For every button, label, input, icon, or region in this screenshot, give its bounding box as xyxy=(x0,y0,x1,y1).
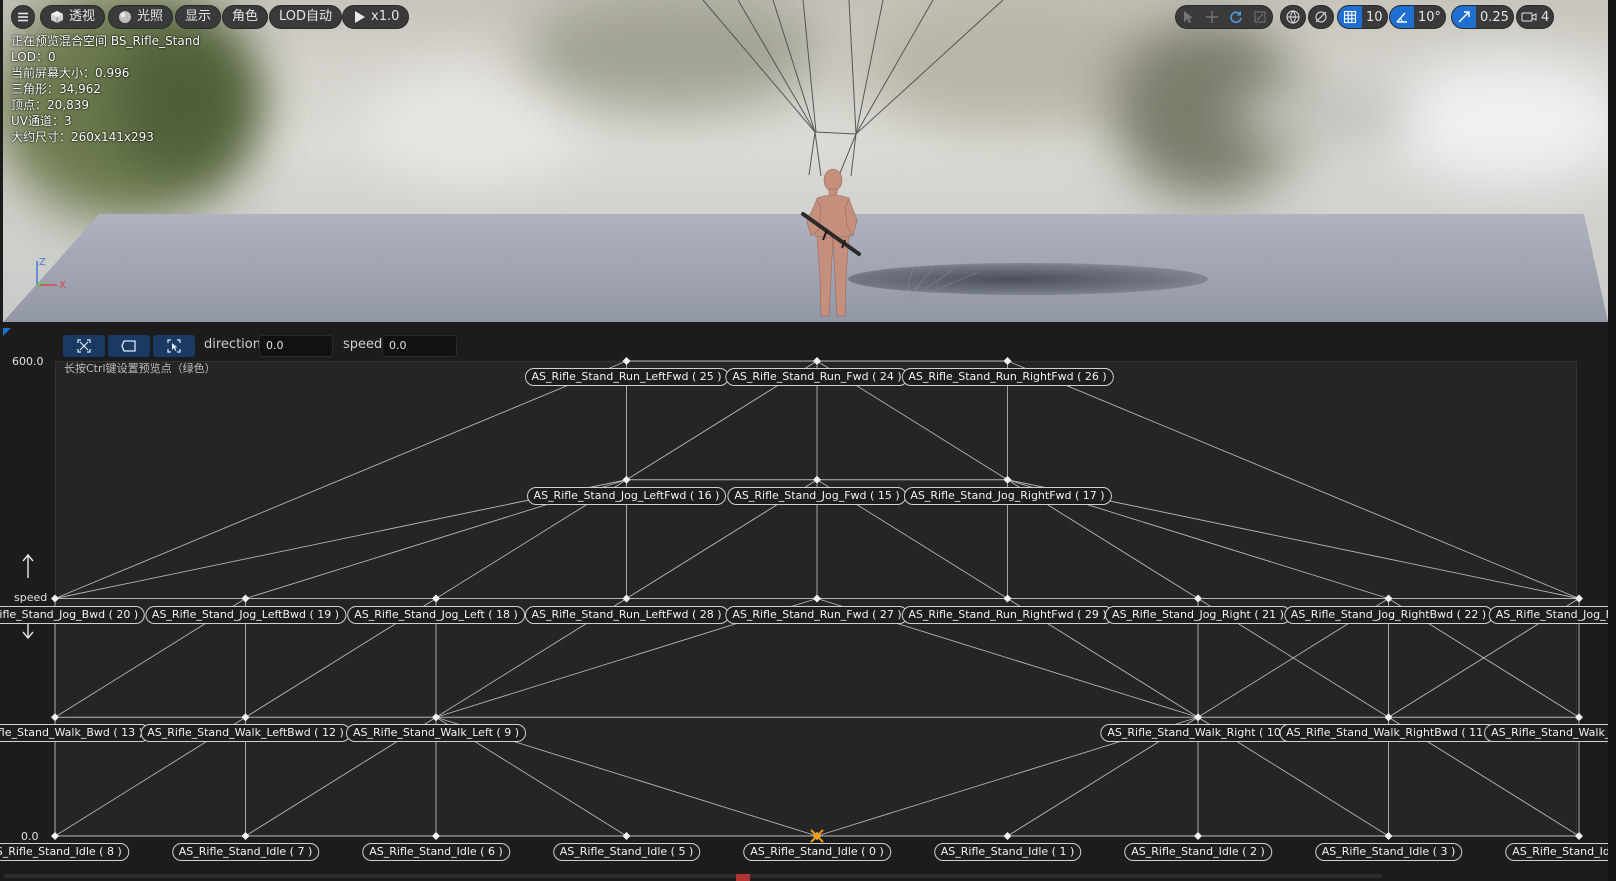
sample-label[interactable]: AS_Rifle_Stand_Run_Fwd ( 27 ) xyxy=(725,605,909,624)
sample-label[interactable]: AS_Rifle_Stand_Jog_Bwd ( 20 ) xyxy=(0,605,146,624)
sample-point[interactable] xyxy=(51,832,59,840)
sample-point[interactable] xyxy=(241,594,250,603)
timeline-scrollbar[interactable] xyxy=(4,874,1382,878)
sample-label[interactable]: AS_Rifle_Stand_Idle ( 5 ) xyxy=(552,843,701,861)
sample-point[interactable] xyxy=(813,594,821,603)
sample-label[interactable]: AS_Rifle_Stand_Idle ( 8 ) xyxy=(0,843,129,861)
sample-point[interactable] xyxy=(241,713,250,722)
sample-point[interactable] xyxy=(1194,594,1202,603)
sample-label[interactable]: AS_Rifle_Stand_Jog_RightFwd ( 17 ) xyxy=(903,486,1112,505)
sample-label[interactable]: AS_Rifle_Stand_Jog_Bwd ( 23 ) xyxy=(1488,605,1616,624)
sample-point[interactable] xyxy=(432,832,440,840)
triangulation-edge xyxy=(54,360,627,599)
sample-point[interactable] xyxy=(1003,594,1012,603)
sample-point[interactable] xyxy=(1575,713,1583,722)
sample-label[interactable]: AS_Rifle_Stand_Run_LeftFwd ( 25 ) xyxy=(524,368,729,386)
animation-editor: 透视 光照 显示 角色 LOD自动 x1.0 10 10° 0.25 4 正在预… xyxy=(0,0,1616,881)
sample-point[interactable] xyxy=(622,475,631,484)
window-edge xyxy=(1608,0,1616,881)
sample-point[interactable] xyxy=(1384,832,1393,840)
blend-space-graph xyxy=(51,357,1583,843)
sample-label[interactable]: AS_Rifle_Stand_Idle ( 1 ) xyxy=(933,843,1082,861)
sample-point[interactable] xyxy=(622,357,631,365)
triangulation-edge xyxy=(1007,360,1580,599)
timeline-playhead[interactable] xyxy=(736,874,750,881)
sample-label[interactable]: AS_Rifle_Stand_Run_Fwd ( 24 ) xyxy=(725,368,909,386)
sample-point[interactable] xyxy=(1575,594,1583,603)
sample-point[interactable] xyxy=(1194,832,1202,840)
sample-label[interactable]: AS_Rifle_Stand_Run_RightFwd ( 26 ) xyxy=(901,368,1114,386)
sample-point[interactable] xyxy=(432,713,440,722)
sample-point[interactable] xyxy=(1003,475,1012,484)
sample-point[interactable] xyxy=(622,832,631,840)
sample-point[interactable] xyxy=(813,475,821,484)
sample-label[interactable]: AS_Rifle_Stand_Jog_Right ( 21 ) xyxy=(1105,605,1291,624)
sample-label[interactable]: AS_Rifle_Stand_Walk_RightBwd ( 11 ) xyxy=(1279,724,1498,743)
sample-point[interactable] xyxy=(813,357,821,365)
sample-label[interactable]: AS_Rifle_Stand_Run_RightFwd ( 29 ) xyxy=(901,605,1114,624)
sample-label[interactable]: AS_Rifle_Stand_Walk_Left ( 9 ) xyxy=(346,724,526,743)
sample-label[interactable]: AS_Rifle_Stand_Jog_Left ( 18 ) xyxy=(347,605,525,624)
sample-label[interactable]: AS_Rifle_Stand_Walk_Bwd ( 13 ) xyxy=(0,724,150,743)
sample-point[interactable] xyxy=(1384,594,1393,603)
sample-point[interactable] xyxy=(1194,713,1202,722)
sample-label[interactable]: AS_Rifle_Stand_Walk_Bwd ( 14 ) xyxy=(1484,724,1616,743)
sample-label[interactable]: AS_Rifle_Stand_Run_LeftFwd ( 28 ) xyxy=(524,605,729,624)
sample-label[interactable]: AS_Rifle_Stand_Walk_LeftBwd ( 12 ) xyxy=(140,724,351,743)
sample-label[interactable]: AS_Rifle_Stand_Idle ( 2 ) xyxy=(1124,843,1272,861)
sample-label[interactable]: AS_Rifle_Stand_Idle ( 6 ) xyxy=(362,843,510,861)
sample-label[interactable]: AS_Rifle_Stand_Jog_LeftBwd ( 19 ) xyxy=(144,605,347,624)
sample-label[interactable]: AS_Rifle_Stand_Idle ( 0 ) xyxy=(743,843,891,861)
sample-point[interactable] xyxy=(432,594,440,603)
sample-point[interactable] xyxy=(51,594,59,603)
sample-label[interactable]: AS_Rifle_Stand_Jog_Fwd ( 15 ) xyxy=(727,486,907,505)
sample-point[interactable] xyxy=(1384,713,1393,722)
sample-point[interactable] xyxy=(1575,832,1583,840)
sample-point[interactable] xyxy=(1003,357,1012,365)
sample-point[interactable] xyxy=(51,713,59,722)
sample-point[interactable] xyxy=(622,594,631,603)
sample-label[interactable]: AS_Rifle_Stand_Idle ( 3 ) xyxy=(1314,843,1463,861)
sample-label[interactable]: AS_Rifle_Stand_Jog_RightBwd ( 22 ) xyxy=(1283,605,1494,624)
sample-label[interactable]: AS_Rifle_Stand_Walk_Right ( 10 ) xyxy=(1100,724,1296,743)
sample-label[interactable]: AS_Rifle_Stand_Idle ( 7 ) xyxy=(171,843,320,861)
sample-point[interactable] xyxy=(1003,832,1012,840)
sample-label[interactable]: AS_Rifle_Stand_Jog_LeftFwd ( 16 ) xyxy=(526,486,727,505)
sample-point[interactable] xyxy=(241,832,250,840)
sample-label[interactable]: AS_Rifle_Stand_Idle ( 4 ) xyxy=(1505,843,1616,861)
